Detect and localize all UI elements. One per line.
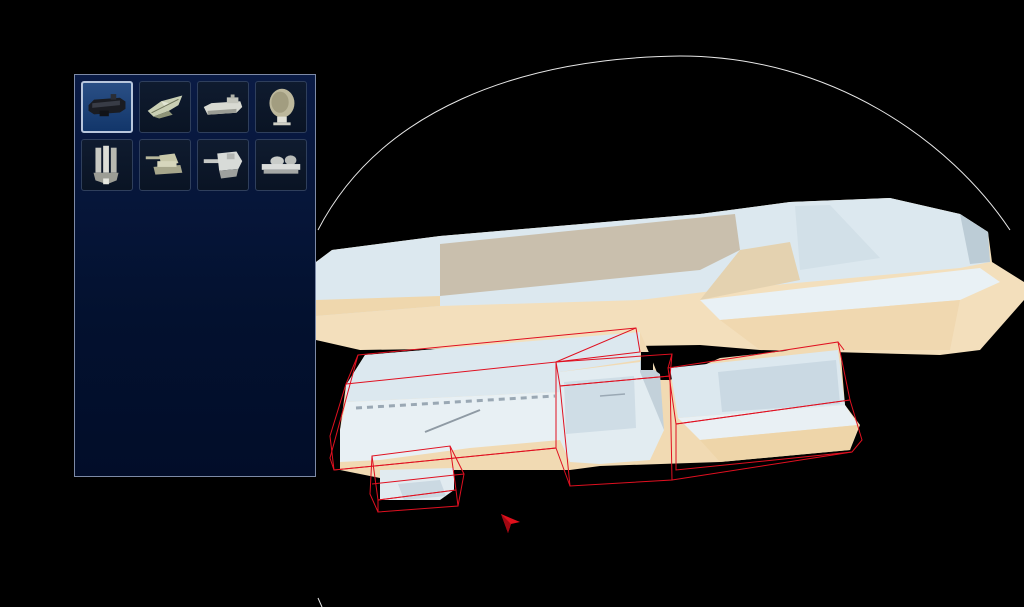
part-slot-dark-cannon[interactable] — [81, 81, 133, 133]
part-slot-wing[interactable] — [139, 81, 191, 133]
part-slot-missile-launcher[interactable] — [81, 139, 133, 191]
heavy-turret-icon — [203, 151, 243, 179]
missile-launcher-icon — [93, 145, 119, 185]
part-slot-dome-turret[interactable] — [255, 139, 307, 191]
dark-cannon-module-icon — [88, 94, 126, 117]
gun-turret-icon — [145, 153, 183, 175]
orbit-ring-lower — [317, 597, 323, 607]
ship-hull[interactable] — [316, 198, 1024, 355]
part-slot-radar[interactable] — [255, 81, 307, 133]
part-slot-engine[interactable] — [197, 81, 249, 133]
engine-module-icon — [203, 94, 243, 115]
parts-palette — [74, 74, 316, 477]
radar-dish-icon — [269, 88, 295, 126]
dome-turret-icon — [261, 155, 301, 174]
part-slot-gun-turret[interactable] — [139, 139, 191, 191]
part-slot-heavy-turret[interactable] — [197, 139, 249, 191]
wing-module-icon — [147, 95, 183, 119]
pointer-cursor-icon — [501, 514, 520, 533]
